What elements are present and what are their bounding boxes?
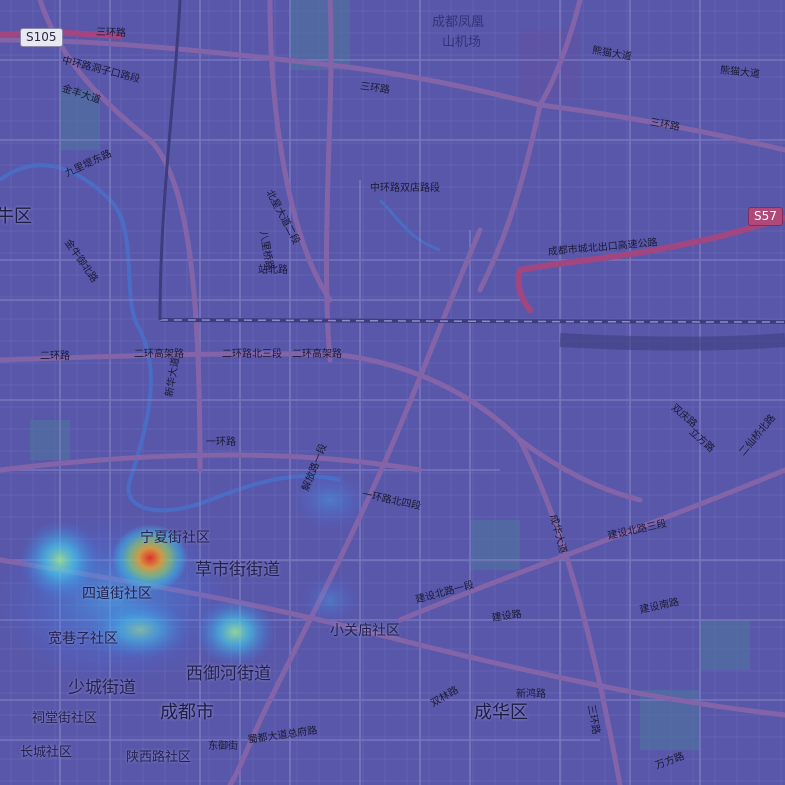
community-shaanxi: 陕西路社区 xyxy=(126,750,192,765)
road-label-erhuan-gaojia-2: 二环高架路 xyxy=(292,349,342,360)
map-base-layer xyxy=(0,0,785,785)
district-label-chenghua: 成华区 xyxy=(474,702,528,723)
road-label-yihuan: 一环路 xyxy=(206,437,236,448)
community-citangjie: 祠堂街社区 xyxy=(32,711,98,726)
community-kuanxiangzi: 宽巷子社区 xyxy=(48,631,118,647)
subdistrict-xiyuhe: 西御河街道 xyxy=(186,664,271,684)
poi-fenghuang-airport-line2: 山机场 xyxy=(442,35,482,50)
subdistrict-caoshijie: 草市街街道 xyxy=(195,560,280,580)
highway-shield-s57: S57 xyxy=(748,207,783,227)
road-label-erhuan-bei3: 二环路北三段 xyxy=(222,349,282,360)
subdistrict-shaocheng: 少城街道 xyxy=(68,678,136,698)
district-label-niu: 牛区 xyxy=(0,206,32,227)
highway-shield-s105: S105 xyxy=(20,28,63,48)
community-ningxia: 宁夏街社区 xyxy=(140,530,210,546)
community-sidaojie: 四道街社区 xyxy=(82,586,152,602)
road-label-sanhuan-nw: 三环路 xyxy=(95,27,127,40)
district-label-chengdu: 成都市 xyxy=(160,702,214,723)
road-label-zhonghuan-shuangdian: 中环路双店路段 xyxy=(370,183,440,194)
road-label-xinhong: 新鸿路 xyxy=(516,689,546,700)
community-xiaoguanmiao: 小关庙社区 xyxy=(330,623,400,639)
heatmap-map[interactable]: S105 S57 成都凤凰 山机场 牛区 成都市 成华区 草市街街道 西御河街道… xyxy=(0,0,785,785)
poi-fenghuang-airport-line1: 成都凤凰 xyxy=(432,15,485,30)
road-label-dongyu: 东御街 xyxy=(208,741,238,752)
community-changcheng: 长城社区 xyxy=(20,745,73,760)
road-label-zhanbei: 站北路 xyxy=(258,265,288,276)
road-label-erhuan-w: 二环路 xyxy=(40,351,70,362)
